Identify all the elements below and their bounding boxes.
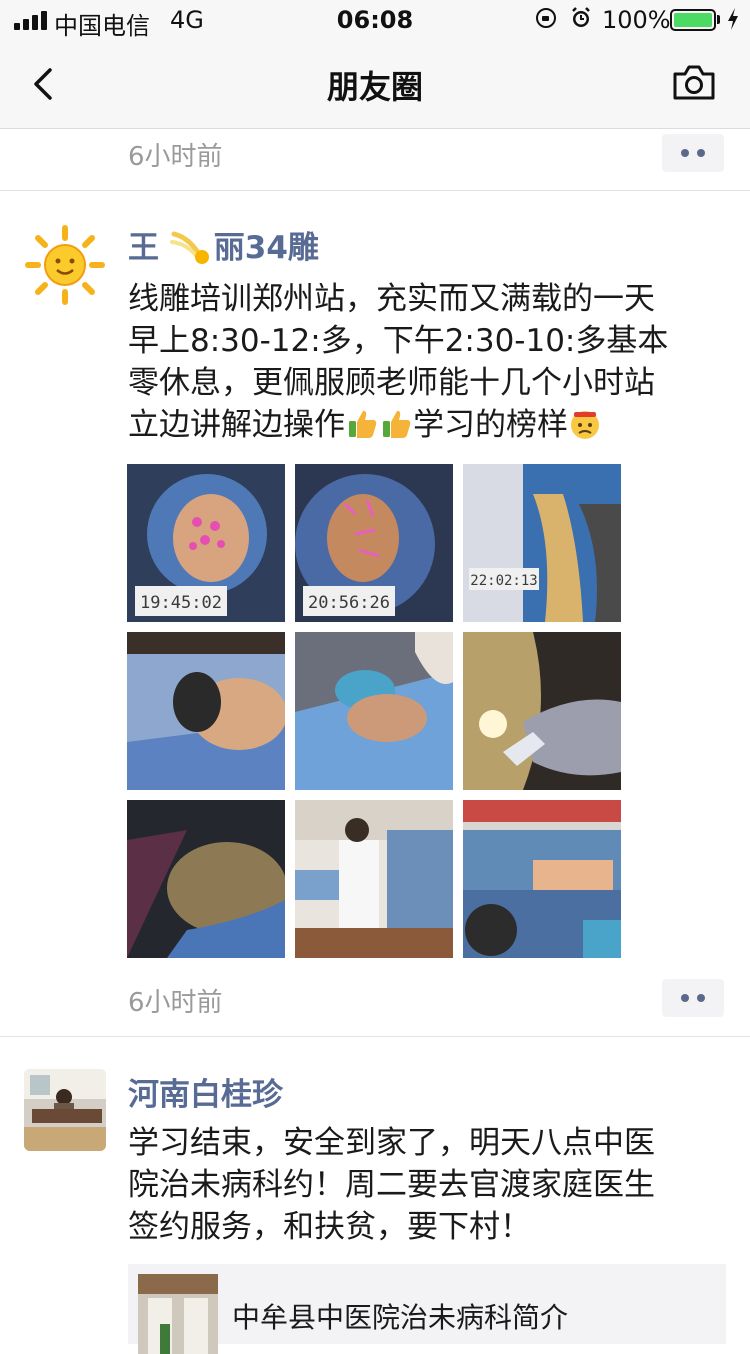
- photo-timestamp: 19:45:02: [140, 593, 222, 613]
- post-photo[interactable]: [463, 800, 621, 958]
- post-text-line: 学习结束，安全到家了，明天八点中医: [128, 1125, 655, 1161]
- link-title: 中牟县中医院治未病科简介: [232, 1301, 569, 1334]
- post-text-line: 早上8:30-12:多，下午2:30-10:多基本: [128, 323, 669, 359]
- face-treatment-photo: 20:56:26: [295, 464, 453, 622]
- post-content: 线雕培训郑州站，充实而又满载的一天 早上8:30-12:多，下午2:30-10:…: [128, 278, 728, 446]
- hospital-photo: [138, 1274, 218, 1354]
- face-profile-photo: [127, 632, 285, 790]
- post-text-fragment: 立边讲解边操作: [128, 407, 345, 443]
- abdomen-treatment-photo: [127, 800, 285, 958]
- author-name[interactable]: 王 丽34雕: [128, 222, 319, 267]
- post-photo[interactable]: 20:56:26: [295, 464, 453, 622]
- post-photo[interactable]: [295, 632, 453, 790]
- photo-timestamp: 22:02:13: [470, 573, 537, 589]
- more-actions-button[interactable]: [662, 134, 724, 172]
- battery-percent: 100%: [602, 6, 671, 34]
- alarm-icon: [572, 7, 590, 27]
- link-thumbnail: [138, 1274, 218, 1354]
- author-name-prefix: 王: [128, 230, 159, 266]
- post-text-line: 院治未病科约！周二要去官渡家庭医生: [128, 1167, 655, 1203]
- battery-icon: [670, 9, 716, 31]
- post-time: 6小时前: [128, 988, 223, 1018]
- classroom-photo: [295, 800, 453, 958]
- battery-tip: [717, 15, 720, 24]
- thumbs-up-icon: [383, 410, 411, 438]
- classroom-photo: [463, 800, 621, 958]
- more-actions-button[interactable]: [662, 979, 724, 1017]
- page-title: 朋友圈: [326, 68, 423, 106]
- body-treatment-photo: [463, 632, 621, 790]
- post-text-line: 签约服务，和扶贫，要下村！: [128, 1209, 531, 1245]
- avatar[interactable]: [24, 224, 106, 306]
- charging-bolt-icon: [728, 8, 738, 30]
- thumbs-up-icon: [349, 410, 377, 438]
- orientation-lock-icon: [536, 8, 556, 28]
- author-name[interactable]: 河南白桂珍: [128, 1069, 283, 1114]
- nav-bar: 朋友圈: [0, 40, 750, 129]
- post-photo[interactable]: [295, 800, 453, 958]
- battery-level: [674, 13, 712, 27]
- sun-avatar-icon: [24, 224, 106, 306]
- status-bar: 中国电信 4G 06:08 100%: [0, 0, 750, 40]
- author-name-suffix: 丽34雕: [213, 230, 319, 266]
- post-text-line: 立边讲解边操作 学习的榜样: [128, 404, 728, 446]
- post-photo[interactable]: 19:45:02: [127, 464, 285, 622]
- post-photo[interactable]: 22:02:13: [463, 464, 621, 622]
- comet-icon: [169, 231, 209, 264]
- post-time: 6小时前: [128, 142, 223, 172]
- camera-icon[interactable]: [672, 62, 716, 104]
- post-text-fragment: 学习的榜样: [413, 407, 568, 443]
- face-treatment-photo: 19:45:02: [127, 464, 285, 622]
- post-photo[interactable]: [127, 800, 285, 958]
- post-photo[interactable]: [463, 632, 621, 790]
- face-treatment-photo: [295, 632, 453, 790]
- post-content: 学习结束，安全到家了，明天八点中医 院治未病科约！周二要去官渡家庭医生 签约服务…: [128, 1122, 728, 1248]
- struggling-face-icon: [571, 411, 599, 439]
- post-divider: [0, 190, 750, 191]
- avatar[interactable]: [24, 1069, 106, 1151]
- photo-timestamp: 20:56:26: [308, 593, 390, 613]
- post-text-line: 零休息，更佩服顾老师能十几个小时站: [128, 365, 655, 401]
- shared-link-card[interactable]: 中牟县中医院治未病科简介: [128, 1264, 726, 1354]
- post-divider: [0, 1036, 750, 1037]
- avatar-photo: [24, 1069, 106, 1151]
- leg-treatment-photo: 22:02:13: [463, 464, 621, 622]
- post-text-line: 线雕培训郑州站，充实而又满载的一天: [128, 281, 655, 317]
- post-photo[interactable]: [127, 632, 285, 790]
